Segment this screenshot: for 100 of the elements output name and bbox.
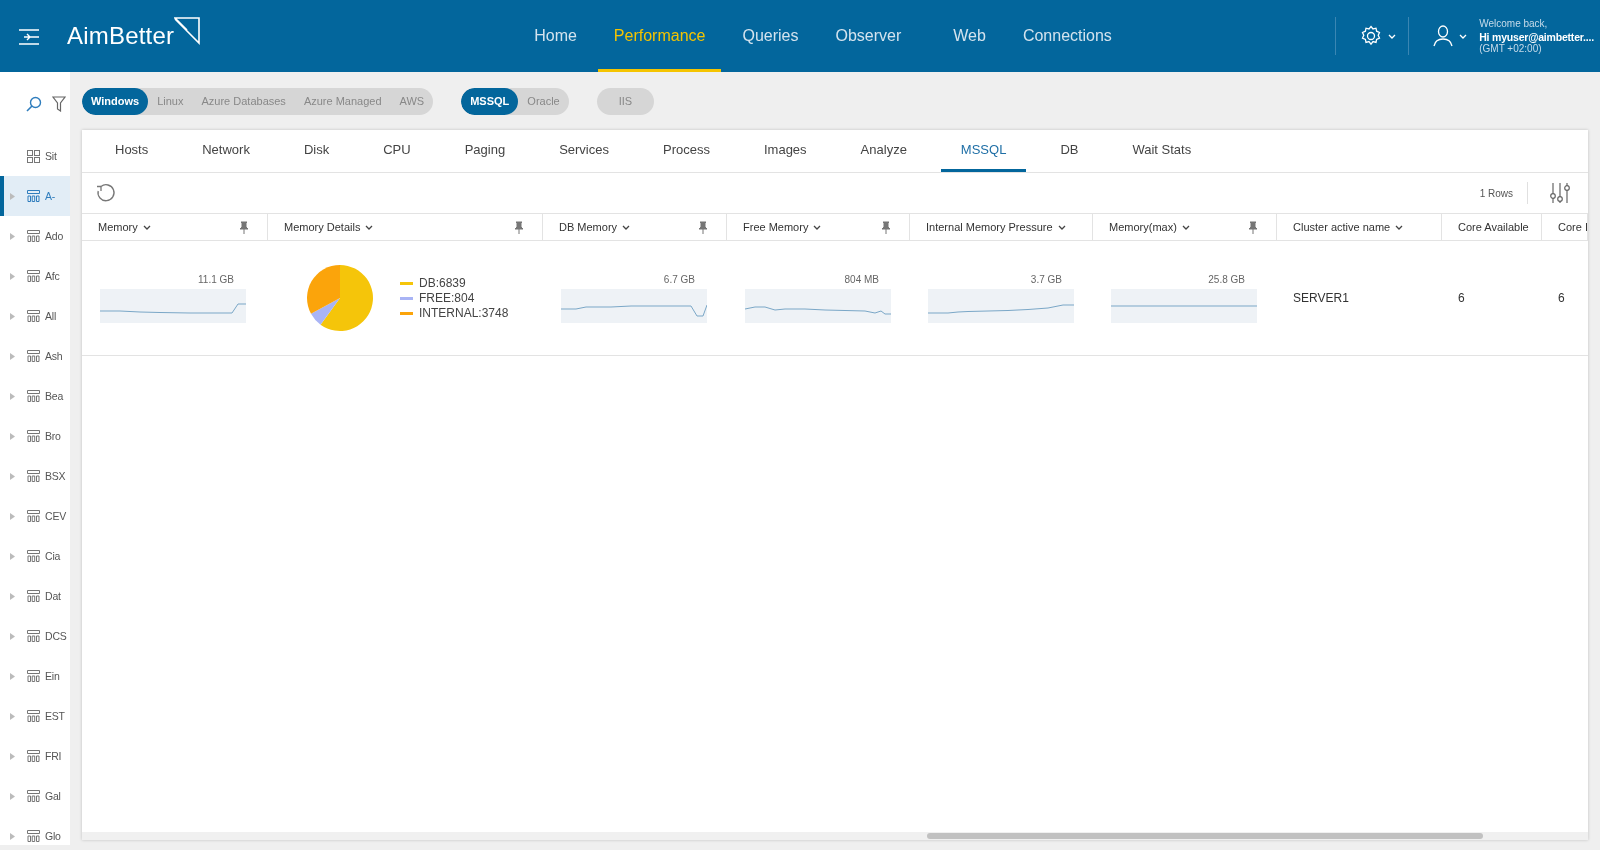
sidebar-item[interactable]: Glo bbox=[0, 816, 70, 845]
sidebar-item[interactable]: EST bbox=[0, 696, 70, 736]
sidebar-item[interactable]: Ein bbox=[0, 656, 70, 696]
nav-link[interactable]: Web bbox=[937, 0, 1002, 72]
filter-icon[interactable] bbox=[52, 96, 66, 112]
expand-arrow-icon bbox=[10, 672, 15, 680]
expand-arrow-icon bbox=[10, 792, 15, 800]
sidebar-item[interactable]: Sit bbox=[0, 136, 70, 176]
expand-arrow-icon bbox=[10, 712, 15, 720]
refresh-icon[interactable] bbox=[96, 183, 116, 203]
pin-icon bbox=[514, 220, 524, 234]
legend-label: DB:6839 bbox=[419, 276, 466, 290]
chevron-down-icon bbox=[365, 224, 374, 230]
pin-icon bbox=[1248, 220, 1258, 234]
scrollbar-thumb[interactable] bbox=[927, 833, 1483, 839]
column-header[interactable]: Core I bbox=[1542, 214, 1588, 241]
tab[interactable]: Services bbox=[539, 130, 629, 172]
table-icon bbox=[27, 750, 40, 762]
sliders-icon[interactable] bbox=[1550, 182, 1570, 204]
tab[interactable]: CPU bbox=[363, 130, 431, 172]
sidebar-item[interactable]: Afc bbox=[0, 256, 70, 296]
sidebar-item[interactable]: Ash bbox=[0, 336, 70, 376]
filter-button[interactable]: MSSQL bbox=[461, 87, 519, 115]
column-header[interactable]: Free Memory bbox=[727, 214, 910, 241]
table-icon bbox=[27, 270, 40, 282]
nav-link[interactable]: Observer bbox=[819, 0, 918, 72]
expand-arrow-icon bbox=[10, 352, 15, 360]
expand-arrow-icon bbox=[10, 592, 15, 600]
filter-button[interactable]: Windows bbox=[82, 87, 149, 115]
table-icon bbox=[27, 390, 40, 402]
expand-arrow-icon bbox=[10, 752, 15, 760]
nav-link[interactable]: Home bbox=[518, 0, 593, 72]
tab[interactable]: Network bbox=[182, 130, 270, 172]
column-header[interactable]: Memory Details bbox=[268, 214, 543, 241]
expand-arrow-icon bbox=[10, 632, 15, 640]
greeting-text: Welcome back, bbox=[1479, 18, 1549, 29]
table-icon bbox=[27, 830, 40, 842]
table-icon bbox=[27, 310, 40, 322]
tab[interactable]: MSSQL bbox=[940, 130, 1027, 172]
sidebar-item[interactable]: Cia bbox=[0, 536, 70, 576]
table-icon bbox=[27, 550, 40, 562]
cell-value: 25.8 GB bbox=[1208, 273, 1245, 285]
sidebar-item[interactable]: FRI bbox=[0, 736, 70, 776]
pin-icon bbox=[239, 220, 249, 234]
tab[interactable]: DB bbox=[1040, 130, 1099, 172]
column-header[interactable]: Internal Memory Pressure bbox=[910, 214, 1093, 241]
cell-value: 3.7 GB bbox=[1030, 273, 1062, 285]
sidebar-item[interactable]: BSX bbox=[0, 456, 70, 496]
chevron-down-icon bbox=[813, 224, 822, 230]
column-header[interactable]: Cluster active name bbox=[1277, 214, 1442, 241]
expand-arrow-icon bbox=[10, 272, 15, 280]
user-name: Hi myuser@aimbetter.... bbox=[1479, 31, 1594, 43]
tab[interactable]: Paging bbox=[444, 130, 526, 172]
tab[interactable]: Images bbox=[743, 130, 827, 172]
menu-icon[interactable] bbox=[18, 29, 40, 45]
nav-link[interactable]: Connections bbox=[1006, 0, 1128, 72]
sidebar-item[interactable]: Bea bbox=[0, 376, 70, 416]
expand-arrow-icon bbox=[10, 312, 15, 320]
tab[interactable]: Process bbox=[643, 130, 730, 172]
chevron-down-icon bbox=[1057, 224, 1066, 230]
cell-value: 804 MB bbox=[844, 273, 879, 285]
table-icon bbox=[27, 590, 40, 602]
tab[interactable]: Analyze bbox=[840, 130, 927, 172]
tab[interactable]: Disk bbox=[283, 130, 350, 172]
nav-link[interactable]: Queries bbox=[726, 0, 815, 72]
table-cell: 6 bbox=[1458, 291, 1465, 305]
sidebar-item[interactable]: A- bbox=[0, 176, 70, 216]
logo-text: AimBetter bbox=[67, 22, 175, 50]
table-cell: SERVER1 bbox=[1293, 291, 1349, 305]
expand-arrow-icon bbox=[10, 392, 15, 400]
chevron-down-icon bbox=[1388, 33, 1397, 39]
table-cell: 6 bbox=[1558, 291, 1565, 305]
expand-arrow-icon bbox=[10, 192, 15, 200]
search-icon[interactable] bbox=[26, 96, 42, 112]
column-header[interactable]: Memory bbox=[82, 214, 268, 241]
sidebar-item[interactable]: All bbox=[0, 296, 70, 336]
sidebar-item[interactable]: Bro bbox=[0, 416, 70, 456]
table-icon bbox=[27, 430, 40, 442]
expand-arrow-icon bbox=[10, 832, 15, 840]
sidebar-item[interactable]: DCS bbox=[0, 616, 70, 656]
expand-arrow-icon bbox=[10, 472, 15, 480]
cell-value: 6.7 GB bbox=[663, 273, 695, 285]
sidebar-item[interactable]: Dat bbox=[0, 576, 70, 616]
expand-arrow-icon bbox=[10, 512, 15, 520]
column-header[interactable]: Core Available bbox=[1442, 214, 1542, 241]
tab[interactable]: Hosts bbox=[95, 130, 169, 172]
column-header[interactable]: DB Memory bbox=[543, 214, 727, 241]
sidebar-item[interactable]: CEV bbox=[0, 496, 70, 536]
nav-link[interactable]: Performance bbox=[597, 0, 722, 72]
expand-arrow-icon bbox=[10, 552, 15, 560]
table-icon bbox=[27, 470, 40, 482]
pin-icon bbox=[881, 220, 891, 234]
chevron-down-icon bbox=[622, 224, 631, 230]
table-icon bbox=[27, 790, 40, 802]
tab[interactable]: Wait Stats bbox=[1112, 130, 1212, 172]
column-header[interactable]: Memory(max) bbox=[1093, 214, 1277, 241]
sidebar-item[interactable]: Ado bbox=[0, 216, 70, 256]
settings-icon bbox=[1360, 25, 1383, 47]
scrollbar[interactable] bbox=[82, 832, 1588, 840]
sidebar-item[interactable]: Gal bbox=[0, 776, 70, 816]
